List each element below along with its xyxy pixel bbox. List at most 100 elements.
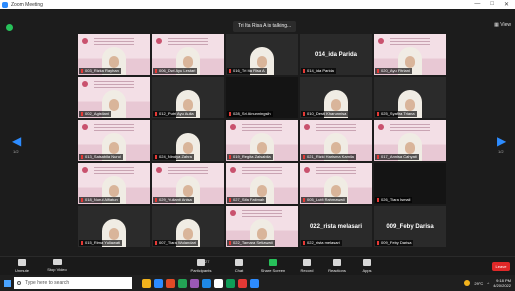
muted-mic-icon — [229, 197, 231, 202]
participant-tile[interactable]: 026_Tiara Ismail — [374, 163, 446, 204]
participant-tile[interactable]: 009_Feby Darisa 009_Feby Darisa — [374, 206, 446, 247]
muted-mic-icon — [155, 154, 157, 159]
participant-name: 029_Yulianti Anisa — [159, 197, 192, 202]
weather-icon — [464, 280, 471, 286]
participant-name: 022_rista melasari — [307, 240, 340, 245]
record-label: Record — [300, 268, 314, 273]
unmute-button[interactable]: Unmute — [5, 259, 39, 273]
muted-mic-icon — [229, 154, 231, 159]
taskbar-app-icon[interactable] — [190, 278, 199, 288]
participant-name-label: 006_Dwi Ayu Lestari — [153, 68, 198, 74]
participant-tile[interactable]: 022_rista melasari 022_rista melasari — [300, 206, 372, 247]
participant-tile[interactable]: 012_Putri Ayu Aulia — [152, 77, 224, 118]
muted-mic-icon — [155, 240, 157, 245]
muted-mic-icon — [81, 240, 83, 245]
participant-tile[interactable]: 006_Dwi Ayu Lestari — [152, 34, 224, 75]
left-arrow-icon[interactable]: ◀ — [12, 134, 21, 148]
participant-tile[interactable]: 010_Desti Kharunnisa — [300, 77, 372, 118]
participant-name: 010_Desti Kharunnisa — [307, 111, 347, 116]
participant-name: 007_Tiara Wulandari — [159, 240, 196, 245]
clock[interactable]: 9:18 PM 4/20/2022 — [493, 278, 511, 288]
participant-tile[interactable]: 025_Syafira Triana — [374, 77, 446, 118]
participant-name-label: 021_Rizki Harisma Kamila — [301, 154, 356, 160]
participant-tile[interactable]: 027_Sifa Fatimah — [226, 163, 298, 204]
participant-tile[interactable]: 028_Sri Ainunningsih — [226, 77, 298, 118]
participant-name-label: 026_Tiara Ismail — [375, 197, 413, 203]
muted-mic-icon — [229, 68, 231, 73]
participant-name-label: 012_Putri Ayu Aulia — [153, 111, 196, 117]
participant-tile[interactable]: 016_Tri Ita Risa A — [226, 34, 298, 75]
participant-name: 026_Tiara Ismail — [381, 197, 411, 202]
participant-name: 012_Putri Ayu Aulia — [159, 111, 194, 116]
muted-mic-icon — [229, 111, 231, 116]
participant-tile[interactable]: 020_Ayu Fitriani — [374, 34, 446, 75]
taskbar-app-icon[interactable] — [202, 278, 211, 288]
participant-name: 019_Regita Zalsabila — [233, 154, 271, 159]
stop-video-button[interactable]: Stop Video — [40, 259, 74, 272]
participant-tile[interactable]: 002_Agistiani — [78, 77, 150, 118]
participant-name-label: 010_Desti Kharunnisa — [301, 111, 349, 117]
participant-name-label: 014_ida Parida — [301, 68, 336, 74]
start-button[interactable] — [0, 275, 14, 291]
participant-name-label: 029_Yulianti Anisa — [153, 197, 194, 203]
next-page-indicator: 1/2 — [498, 149, 504, 154]
view-button[interactable]: ▦ View — [494, 22, 511, 28]
participant-name-card: 022_rista melasari — [309, 223, 363, 230]
participant-tile[interactable]: 015_Rima Yuliawati — [78, 206, 150, 247]
zoom-app-icon — [2, 1, 8, 8]
taskbar-app-icon[interactable] — [142, 278, 151, 288]
taskbar-app-icon[interactable] — [154, 278, 163, 288]
close-icon[interactable]: ✕ — [504, 1, 509, 8]
participants-button[interactable]: 27 Participants — [184, 259, 218, 273]
participant-name: 025_Syafira Triana — [381, 111, 415, 116]
participants-icon — [197, 259, 205, 266]
taskbar-app-icon[interactable] — [238, 278, 247, 288]
participant-name-label: 022_Tamara Setiawati — [227, 240, 275, 246]
share-screen-button[interactable]: Share Screen — [256, 259, 290, 273]
minimize-icon[interactable]: — — [474, 1, 480, 8]
participant-name: 022_Tamara Setiawati — [233, 240, 273, 245]
record-button[interactable]: Record — [290, 259, 324, 273]
reactions-button[interactable]: Reactions — [320, 259, 354, 273]
muted-mic-icon — [81, 68, 83, 73]
participant-name: 020_Ayu Fitriani — [381, 68, 410, 73]
leave-button[interactable]: Leave — [492, 262, 510, 271]
taskbar-app-icon[interactable] — [178, 278, 187, 288]
participant-tile[interactable]: 019_Regita Zalsabila — [226, 120, 298, 161]
participant-tile[interactable]: 003_Rizka Rayhan — [78, 34, 150, 75]
apps-button[interactable]: Apps — [350, 259, 384, 273]
tray-chevron-icon[interactable]: ^ — [487, 281, 489, 286]
participant-tile[interactable]: 013_Salsabila Nurul — [78, 120, 150, 161]
muted-mic-icon — [155, 197, 157, 202]
taskbar-pinned-apps — [142, 278, 259, 288]
participant-tile[interactable]: 024_Nindya Zahra — [152, 120, 224, 161]
active-speaker-banner: Tri Ita Risa A is talking... — [233, 21, 297, 32]
participant-tile[interactable]: 005_Lutfi Rahmawati — [300, 163, 372, 204]
muted-mic-icon — [377, 197, 379, 202]
participant-tile[interactable]: 021_Rizki Harisma Kamila — [300, 120, 372, 161]
participant-name: 015_Rima Yuliawati — [85, 240, 121, 245]
participant-name: 006_Dwi Ayu Lestari — [159, 68, 196, 73]
taskbar-app-icon[interactable] — [250, 278, 259, 288]
participant-name: 027_Sifa Fatimah — [233, 197, 265, 202]
participant-tile[interactable]: 017_Annisa Cahyati — [374, 120, 446, 161]
taskbar-app-icon[interactable] — [226, 278, 235, 288]
chat-button[interactable]: Chat — [222, 259, 256, 273]
participant-name: 002_Agistiani — [85, 111, 110, 116]
participant-tile[interactable]: 018_Nurul Alfiatun — [78, 163, 150, 204]
participant-tile[interactable]: 029_Yulianti Anisa — [152, 163, 224, 204]
maximize-icon[interactable]: □ — [490, 1, 494, 8]
taskbar-search-box[interactable]: Type here to search — [14, 277, 132, 289]
participant-tile[interactable]: 014_ida Parida 014_ida Parida — [300, 34, 372, 75]
taskbar-app-icon[interactable] — [166, 278, 175, 288]
participant-name: 021_Rizki Harisma Kamila — [307, 154, 354, 159]
security-shield-icon[interactable] — [6, 24, 13, 31]
search-placeholder: Type here to search — [25, 280, 70, 286]
chat-icon — [235, 259, 243, 266]
right-arrow-icon[interactable]: ▶ — [497, 134, 506, 148]
muted-mic-icon — [229, 240, 231, 245]
participant-name: 016_Tri Ita Risa A — [233, 68, 265, 73]
participant-tile[interactable]: 022_Tamara Setiawati — [226, 206, 298, 247]
participant-tile[interactable]: 007_Tiara Wulandari — [152, 206, 224, 247]
taskbar-app-icon[interactable] — [214, 278, 223, 288]
